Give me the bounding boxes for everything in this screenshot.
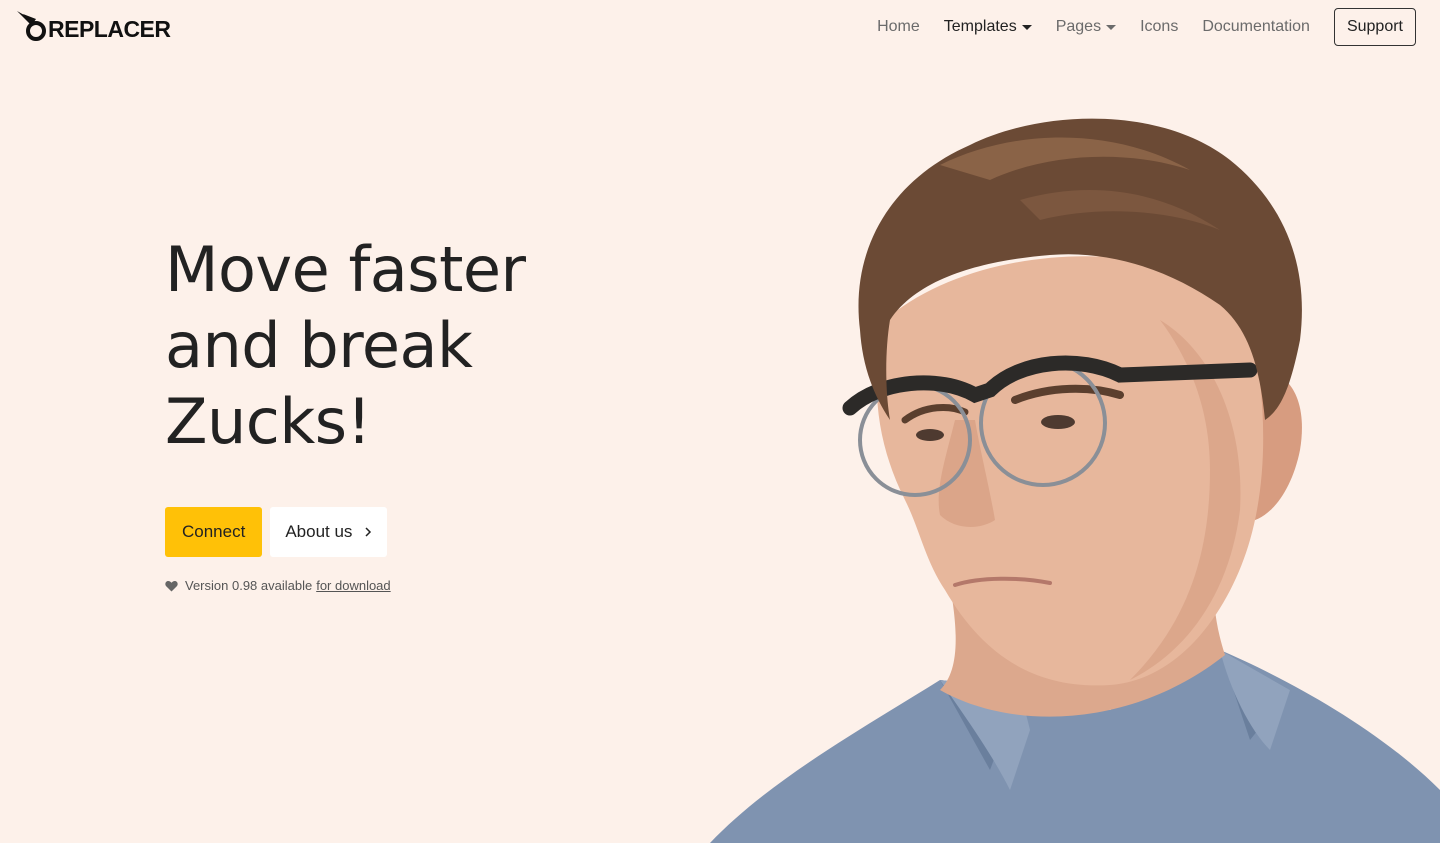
download-link[interactable]: for download (316, 578, 390, 593)
version-text: Version 0.98 available (185, 578, 313, 593)
nav-templates[interactable]: Templates (944, 18, 1032, 36)
heart-icon (165, 580, 178, 591)
hero-title-line: Move faster (165, 233, 526, 306)
nav-icons[interactable]: Icons (1140, 18, 1178, 36)
main-nav: Home Templates Pages Icons Documentation… (865, 8, 1416, 46)
nav-templates-label: Templates (943, 18, 1017, 35)
hero-portrait-image (710, 118, 1440, 843)
brand-name: REPLACER (48, 15, 171, 42)
about-us-button[interactable]: About us (270, 507, 388, 557)
nav-home-label: Home (877, 18, 920, 35)
caret-down-icon (1021, 25, 1032, 30)
nav-home[interactable]: Home (877, 18, 920, 36)
connect-button[interactable]: Connect (165, 507, 263, 557)
hero-title-line: and break (165, 309, 473, 382)
hero-title-line: Zucks! (165, 385, 371, 458)
hero-actions: Connect About us (165, 507, 388, 557)
about-us-label: About us (285, 522, 353, 541)
nav-documentation[interactable]: Documentation (1202, 18, 1310, 36)
navbar: REPLACER Home Templates Pages Icons Docu… (0, 0, 1440, 56)
nav-pages-label: Pages (1055, 18, 1102, 35)
caret-down-icon (1106, 25, 1117, 30)
chevron-right-icon (365, 527, 372, 537)
nav-pages[interactable]: Pages (1055, 18, 1117, 36)
brand-logo[interactable]: REPLACER (16, 8, 171, 44)
nav-documentation-label: Documentation (1202, 18, 1310, 35)
support-button[interactable]: Support (1333, 8, 1416, 46)
nav-icons-label: Icons (1140, 18, 1179, 35)
version-note: Version 0.98 available for download (165, 578, 391, 593)
hero-title: Move faster and break Zucks! (165, 232, 685, 460)
bird-logo-icon (17, 11, 46, 41)
